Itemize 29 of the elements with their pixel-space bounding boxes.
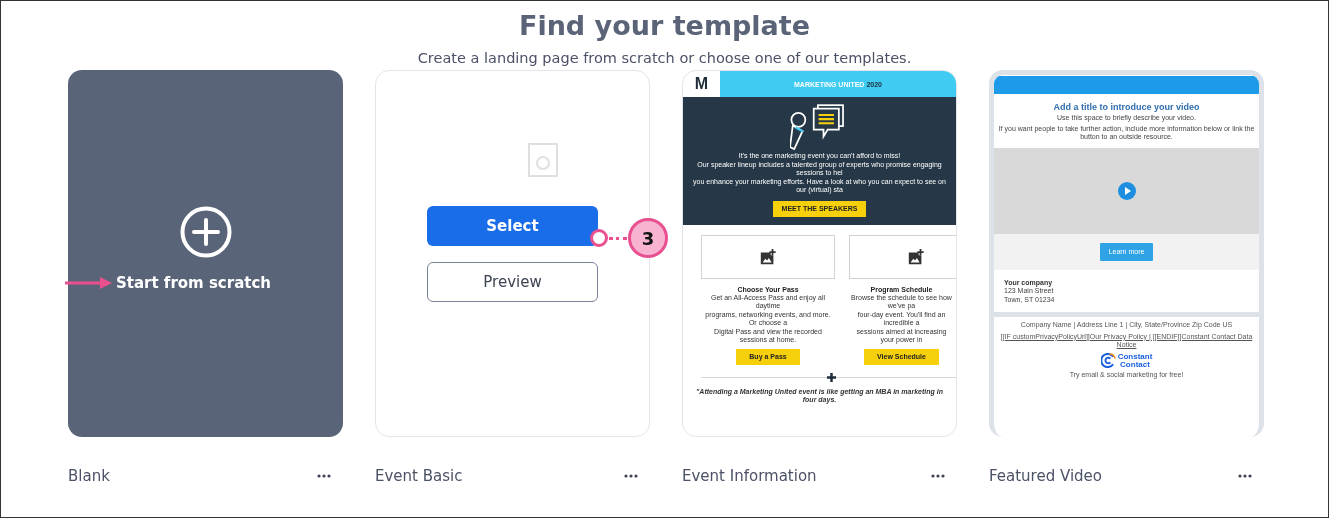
more-options-icon[interactable]	[1238, 474, 1252, 478]
step-number-badge: 3	[628, 218, 668, 258]
image-placeholder-icon	[528, 143, 558, 177]
brand-name: Contact	[1119, 360, 1151, 369]
template-name: Event Basic	[375, 467, 463, 485]
more-options-icon[interactable]	[931, 474, 945, 478]
template-name: Event Information	[682, 467, 817, 485]
logo: M	[693, 74, 710, 94]
video-title: Add a title to introduce your video	[1052, 102, 1201, 112]
template-preview-card[interactable]	[682, 70, 957, 437]
play-icon	[1117, 181, 1136, 200]
template-name: Blank	[68, 467, 110, 485]
more-options-icon[interactable]	[317, 474, 331, 478]
start-from-scratch-label: Start from scratch	[115, 273, 271, 292]
template-name: Featured Video	[989, 467, 1102, 485]
preview-button[interactable]: Preview	[427, 261, 598, 302]
image-add-icon	[907, 247, 925, 266]
brand-logo-icon	[1100, 353, 1116, 368]
blank-template-card[interactable]: Start from scratch	[68, 70, 343, 437]
add-icon	[179, 205, 232, 258]
pointer-arrow-icon	[63, 275, 114, 290]
page-subtitle: Create a landing page from scratch or choose one of our templates.	[417, 50, 912, 66]
select-button[interactable]: Select	[427, 205, 598, 246]
add-icon	[826, 372, 836, 382]
image-add-icon	[759, 247, 777, 266]
page-title: Find your template	[518, 10, 811, 42]
callout-anchor	[590, 229, 608, 247]
more-options-icon[interactable]	[624, 474, 638, 478]
brand-name: Constant	[1117, 352, 1153, 361]
